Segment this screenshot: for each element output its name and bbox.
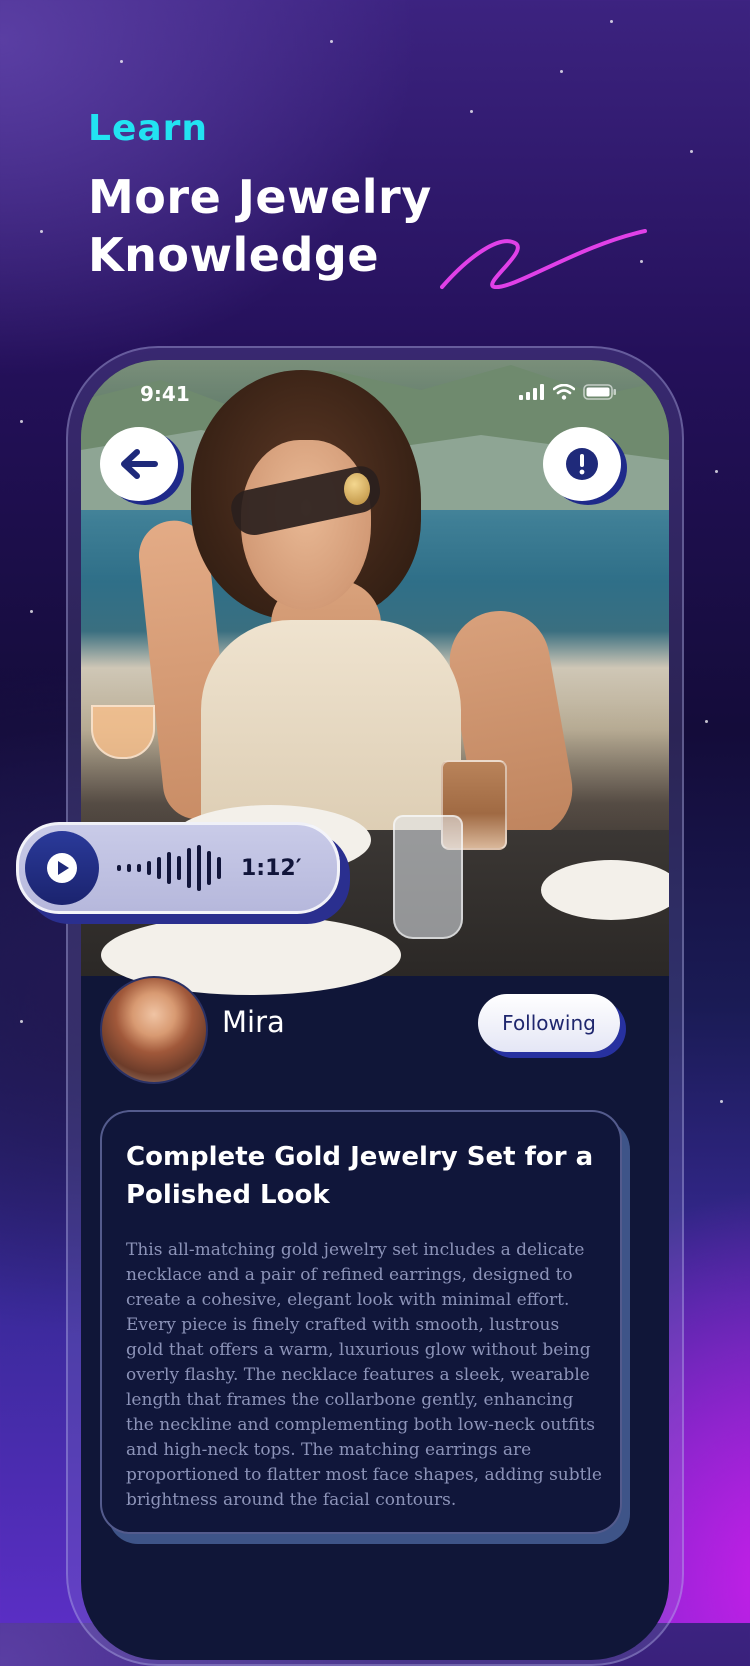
play-icon [47, 853, 77, 883]
photo-water-glass [393, 815, 463, 939]
post-title: Complete Gold Jewelry Set for a Polished… [126, 1142, 594, 1210]
author-name[interactable]: Mira [222, 1005, 285, 1039]
audio-waveform [117, 838, 221, 898]
wifi-icon [553, 384, 575, 400]
following-button[interactable]: Following [478, 994, 620, 1052]
photo-wine-glass [91, 705, 155, 759]
post-card: Complete Gold Jewelry Set for a Polished… [100, 1110, 622, 1534]
status-icons [519, 384, 617, 400]
audio-player[interactable]: 1:12′ [16, 822, 340, 914]
decorative-swoosh [440, 229, 647, 290]
audio-duration: 1:12′ [241, 855, 302, 881]
status-time: 9:41 [140, 382, 190, 406]
play-button[interactable] [25, 831, 99, 905]
exclamation-icon [566, 448, 598, 480]
author-avatar[interactable] [100, 976, 208, 1084]
headline-eyebrow: Learn [88, 108, 209, 149]
post-description: This all-matching gold jewelry set inclu… [126, 1240, 602, 1510]
photo-plate [541, 860, 669, 920]
gold-earring [344, 473, 370, 505]
battery-icon [583, 384, 616, 400]
report-button[interactable] [543, 427, 621, 501]
arrow-left-icon [121, 449, 158, 479]
cellular-signal-icon [519, 384, 544, 400]
back-button[interactable] [100, 427, 178, 501]
